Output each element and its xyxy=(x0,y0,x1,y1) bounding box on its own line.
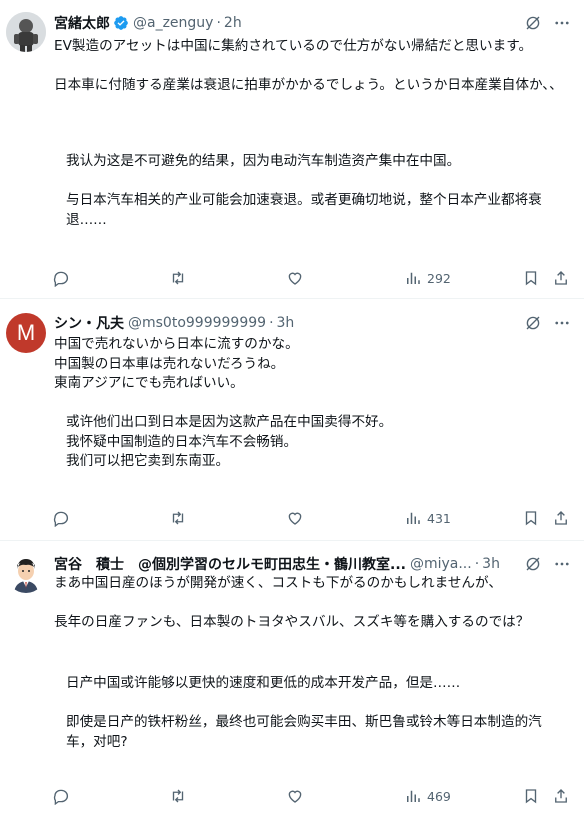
views-icon xyxy=(407,790,420,802)
retweet-icon xyxy=(172,511,184,525)
bookmark-icon xyxy=(525,789,537,804)
bookmark-icon xyxy=(525,271,537,286)
share-icon xyxy=(555,789,567,803)
tweet-header: 宮緒太郎 @a_zenguy · 2h xyxy=(54,12,524,34)
reply-icon xyxy=(53,271,69,287)
separator-dot: · xyxy=(269,315,274,331)
more-icon[interactable] xyxy=(552,314,572,332)
heart-icon xyxy=(288,790,302,803)
grok-icon[interactable] xyxy=(524,555,542,573)
tweet-header: 宮谷 積士 @個別学習のセルモ町田忠生・鶴川教室... @miya... · 3… xyxy=(54,553,524,575)
tweet-3[interactable]: 宮谷 積士 @個別学習のセルモ町田忠生・鶴川教室... @miya... · 3… xyxy=(0,541,584,820)
share-button[interactable] xyxy=(552,786,570,806)
reply-button[interactable] xyxy=(52,786,70,806)
views-button[interactable]: 469 xyxy=(404,786,451,806)
tweet-1[interactable]: 宮緒太郎 @a_zenguy · 2h EV製造のアセットは中国に集約されている… xyxy=(0,0,584,298)
tweet-actions: 431 xyxy=(52,508,570,528)
avatar-letter: M xyxy=(16,320,36,345)
bookmark-button[interactable] xyxy=(522,508,540,528)
views-count: 469 xyxy=(427,788,451,804)
tweet-header: シン・凡夫 @ms0to999999999 · 3h xyxy=(54,312,524,334)
more-icon[interactable] xyxy=(552,555,572,573)
grok-icon[interactable] xyxy=(524,14,542,32)
bookmark-button[interactable] xyxy=(522,786,540,806)
retweet-icon xyxy=(172,789,184,803)
reply-button[interactable] xyxy=(52,508,70,528)
views-icon xyxy=(407,512,420,524)
bookmark-button[interactable] xyxy=(522,268,540,288)
retweet-button[interactable] xyxy=(169,786,187,806)
views-count: 292 xyxy=(427,270,451,286)
reply-button[interactable] xyxy=(52,268,70,288)
like-button[interactable] xyxy=(286,786,304,806)
tweet-text-japanese: EV製造のアセットは中国に集約されているので仕方がない帰結だと思います。 日本車… xyxy=(54,38,563,93)
tweet-translation: 我认为这是不可避免的结果，因为电动汽车制造资产集中在中国。 与日本汽车相关的产业… xyxy=(66,153,542,228)
display-name[interactable]: シン・凡夫 xyxy=(54,313,124,333)
avatar[interactable]: M xyxy=(6,313,46,353)
bookmark-icon xyxy=(525,511,537,526)
grok-icon[interactable] xyxy=(524,314,542,332)
user-handle[interactable]: @ms0to999999999 xyxy=(128,315,266,331)
display-name[interactable]: 宮谷 積士 @個別学習のセルモ町田忠生・鶴川教室... xyxy=(54,554,406,574)
avatar[interactable] xyxy=(6,12,46,52)
tweet-translation: 或许他们出口到日本是因为这款产品在中国卖得不好。 我怀疑中国制造的日本汽车不会畅… xyxy=(66,414,393,469)
share-icon xyxy=(555,511,567,525)
tweet-actions: 292 xyxy=(52,268,570,288)
timestamp[interactable]: 3h xyxy=(482,556,500,572)
user-handle[interactable]: @a_zenguy xyxy=(133,15,213,31)
verified-badge-icon xyxy=(113,15,129,31)
views-button[interactable]: 292 xyxy=(404,268,451,288)
views-count: 431 xyxy=(427,510,451,526)
like-button[interactable] xyxy=(286,508,304,528)
retweet-button[interactable] xyxy=(169,508,187,528)
share-button[interactable] xyxy=(552,508,570,528)
tweet-2[interactable]: M シン・凡夫 @ms0to999999999 · 3h 中国で売れないから日本… xyxy=(0,299,584,540)
separator-dot: · xyxy=(474,556,480,572)
reply-icon xyxy=(53,789,69,805)
separator-dot: · xyxy=(216,15,221,31)
share-button[interactable] xyxy=(552,268,570,288)
avatar[interactable] xyxy=(6,553,46,593)
display-name[interactable]: 宮緒太郎 xyxy=(54,13,110,33)
timestamp[interactable]: 3h xyxy=(277,315,295,331)
user-handle[interactable]: @miya... xyxy=(410,556,472,572)
views-icon xyxy=(407,272,420,284)
retweet-icon xyxy=(172,271,184,285)
more-icon[interactable] xyxy=(552,14,572,32)
share-icon xyxy=(555,271,567,285)
retweet-button[interactable] xyxy=(169,268,187,288)
tweet-text-japanese: まあ中国日産のほうが開発が速く、コストも下がるのかもしれませんが、 長年の日産フ… xyxy=(54,575,530,630)
heart-icon xyxy=(288,512,302,525)
heart-icon xyxy=(288,272,302,285)
tweet-actions: 469 xyxy=(52,786,570,806)
timestamp[interactable]: 2h xyxy=(224,15,242,31)
like-button[interactable] xyxy=(286,268,304,288)
views-button[interactable]: 431 xyxy=(404,508,451,528)
tweet-text-japanese: 中国で売れないから日本に流すのかな。 中国製の日本車は売れないだろうね。 東南ア… xyxy=(54,336,299,391)
reply-icon xyxy=(53,511,69,527)
tweet-translation: 日产中国或许能够以更快的速度和更低的成本开发产品，但是…… 即使是日产的铁杆粉丝… xyxy=(66,675,542,750)
